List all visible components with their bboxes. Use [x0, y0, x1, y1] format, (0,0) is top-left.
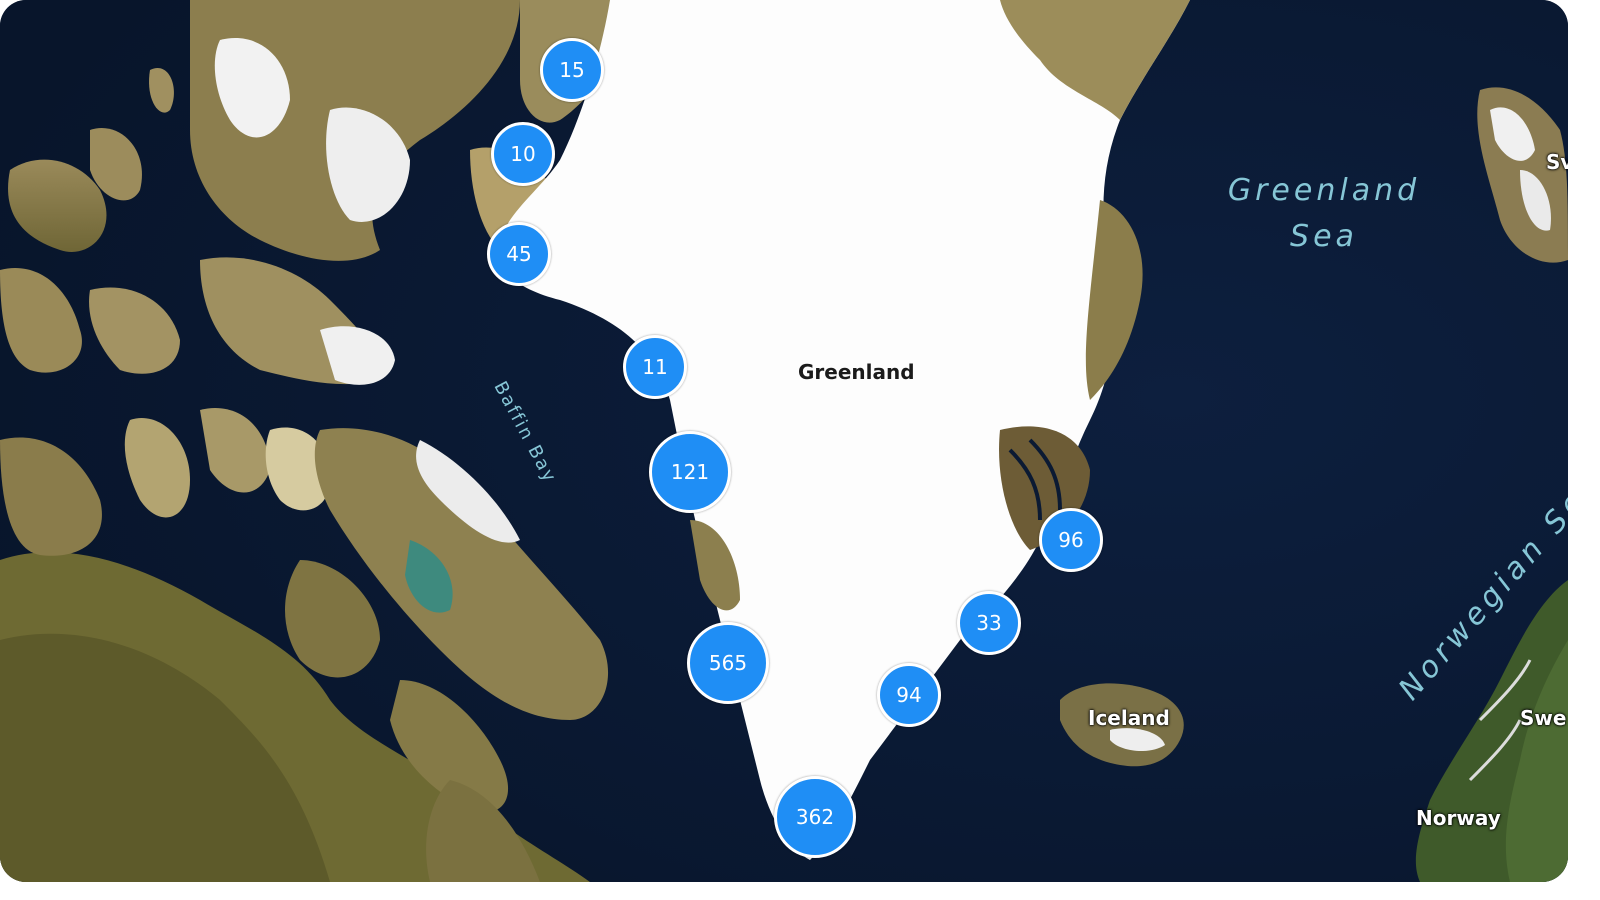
cluster-marker[interactable]: 15 — [540, 38, 604, 102]
greenland-sea-label-line2: Sea — [1290, 219, 1358, 254]
greenland-label: Greenland — [798, 360, 915, 384]
map-view[interactable]: Greenland Iceland Norway Swe Sv Greenlan… — [0, 0, 1568, 882]
cluster-marker[interactable]: 45 — [487, 222, 551, 286]
satellite-basemap — [0, 0, 1568, 882]
sweden-top-label: Sv — [1546, 150, 1568, 174]
greenland-sea-label-line1: Greenland — [1227, 173, 1421, 208]
cluster-marker[interactable]: 96 — [1039, 508, 1103, 572]
cluster-marker[interactable]: 10 — [491, 122, 555, 186]
sweden-label: Swe — [1520, 706, 1567, 730]
cluster-marker[interactable]: 121 — [649, 431, 731, 513]
cluster-marker[interactable]: 362 — [774, 776, 856, 858]
cluster-marker[interactable]: 33 — [957, 591, 1021, 655]
cluster-marker[interactable]: 94 — [877, 663, 941, 727]
iceland-label: Iceland — [1088, 706, 1170, 730]
norway-label: Norway — [1416, 806, 1501, 830]
greenland-sea-label: Greenland Sea — [1224, 168, 1424, 260]
cluster-marker[interactable]: 11 — [623, 335, 687, 399]
cluster-marker[interactable]: 565 — [687, 622, 769, 704]
